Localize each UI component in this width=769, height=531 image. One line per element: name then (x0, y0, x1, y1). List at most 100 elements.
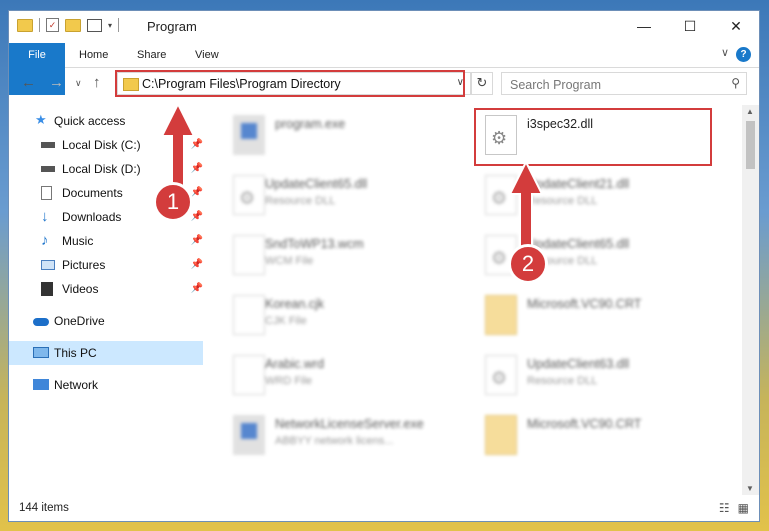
folder-file-icon (485, 415, 517, 455)
sidebar-item-onedrive[interactable]: OneDrive (9, 309, 203, 333)
list-item[interactable]: Korean.cjk CJK File (213, 291, 453, 343)
recent-locations-icon[interactable]: ∨ (75, 78, 82, 89)
file-name: UpdateClient63.dll (527, 357, 630, 371)
window-controls: — ☐ ✕ (621, 11, 759, 43)
pin-icon[interactable]: 📌 (191, 277, 203, 301)
document-file-icon (233, 235, 265, 275)
file-description: Resource DLL (527, 375, 598, 387)
minimize-button[interactable]: — (621, 11, 667, 43)
sidebar-item-label: Downloads (62, 210, 122, 224)
file-description: CJK File (265, 315, 307, 327)
file-name: Korean.cjk (265, 297, 325, 311)
explorer-window: ✓ ▾ Program — ☐ ✕ File Home Share View ∨… (8, 10, 760, 522)
network-icon (33, 379, 49, 390)
tab-view[interactable]: View (181, 43, 233, 67)
scroll-down-icon[interactable]: ▼ (746, 484, 754, 493)
sidebar-item-videos[interactable]: Videos 📌 (9, 277, 203, 301)
pin-icon[interactable]: 📌 (191, 253, 203, 277)
sidebar-item-label: Quick access (54, 114, 126, 128)
sidebar-item-label: Documents (62, 186, 123, 200)
sidebar-item-network[interactable]: Network (9, 373, 203, 397)
file-name: Microsoft.VC90.CRT (527, 417, 642, 431)
forward-button[interactable]: → (49, 74, 64, 91)
exe-file-icon (233, 115, 265, 155)
sidebar-item-label: This PC (54, 346, 97, 360)
title-bar: ✓ ▾ Program — ☐ ✕ (9, 11, 759, 43)
new-folder-icon[interactable] (65, 18, 81, 32)
properties-icon[interactable] (87, 18, 102, 32)
downloads-icon: ↓ (41, 208, 49, 225)
sidebar-item-label: OneDrive (54, 314, 105, 328)
list-item[interactable]: UpdateClient21.dll Resource DLL (465, 171, 705, 223)
file-description: WCM File (265, 255, 314, 267)
scroll-up-icon[interactable]: ▲ (746, 107, 754, 116)
properties-check-icon[interactable]: ✓ (46, 18, 59, 32)
list-item[interactable]: Microsoft.VC90.CRT (465, 291, 705, 343)
qat-divider-2 (118, 18, 120, 32)
file-name: program.exe (275, 117, 346, 131)
list-item[interactable]: Microsoft.VC90.CRT (465, 411, 705, 463)
tab-share[interactable]: Share (123, 43, 180, 67)
list-item[interactable]: Arabic.wrd WRD File (213, 351, 453, 403)
pictures-icon (41, 260, 55, 270)
qat-customize-icon[interactable]: ▾ (108, 21, 112, 30)
sidebar-item-label: Pictures (62, 258, 106, 272)
folder-icon (17, 18, 33, 32)
list-item[interactable]: UpdateClient65.dll Resource DLL (465, 231, 705, 283)
computer-icon (33, 347, 49, 358)
sidebar-item-label: Network (54, 378, 99, 392)
ribbon-tabs: File Home Share View ∨ ? (9, 43, 759, 95)
documents-icon (41, 186, 52, 200)
maximize-button[interactable]: ☐ (667, 11, 713, 43)
sidebar-item-music[interactable]: ♪ Music 📌 (9, 229, 203, 253)
star-icon: ★ (35, 112, 47, 127)
document-file-icon (233, 355, 265, 395)
sidebar-item-pictures[interactable]: Pictures 📌 (9, 253, 203, 277)
vertical-scrollbar[interactable]: ▲ ▼ (742, 105, 759, 495)
large-icons-view-icon[interactable]: ▦ (738, 501, 749, 515)
sidebar-item-label: Local Disk (C:) (62, 138, 141, 152)
sidebar-item-label: Local Disk (D:) (62, 162, 141, 176)
tab-home[interactable]: Home (65, 43, 122, 67)
exe-file-icon (233, 415, 265, 455)
step-badge-2: 2 (508, 244, 548, 284)
step-badge-1: 1 (153, 182, 193, 222)
scroll-thumb[interactable] (746, 121, 755, 169)
sidebar-item-this-pc[interactable]: This PC (9, 341, 203, 365)
file-name: Microsoft.VC90.CRT (527, 297, 642, 311)
details-view-icon[interactable]: ☷ (719, 501, 730, 515)
videos-icon (41, 282, 53, 296)
file-name: NetworkLicenseServer.exe (275, 417, 424, 431)
list-item[interactable]: program.exe (213, 111, 453, 163)
search-box[interactable]: ⚲ (501, 72, 747, 95)
status-bar: 144 items ☷ ▦ (9, 497, 759, 521)
drive-icon (41, 142, 55, 148)
window-title: Program (147, 19, 197, 34)
file-description: ABBYY network licens... (275, 435, 394, 447)
list-item[interactable]: SndToWP13.wcm WCM File (213, 231, 453, 283)
document-file-icon (233, 295, 265, 335)
music-icon: ♪ (41, 232, 49, 249)
search-input[interactable] (508, 75, 712, 94)
back-button[interactable]: ← (21, 74, 36, 91)
ribbon-expand-icon[interactable]: ∨ (721, 46, 729, 59)
sidebar-item-label: Music (62, 234, 94, 248)
pin-icon[interactable]: 📌 (191, 229, 203, 253)
refresh-button[interactable]: ↻ (471, 72, 493, 95)
folder-file-icon (485, 295, 517, 335)
address-highlight-box (115, 70, 465, 97)
list-item[interactable]: NetworkLicenseServer.exe ABBYY network l… (213, 411, 453, 463)
cloud-icon (33, 318, 49, 326)
list-item[interactable]: UpdateClient63.dll Resource DLL (465, 351, 705, 403)
up-button[interactable]: ↑ (93, 74, 101, 91)
item-count: 144 items (19, 502, 69, 514)
list-item[interactable]: UpdateClient65.dll Resource DLL (213, 171, 453, 223)
file-name: SndToWP13.wcm (265, 237, 364, 251)
file-name: UpdateClient65.dll (265, 177, 368, 191)
sidebar-item-label: Videos (62, 282, 99, 296)
close-button[interactable]: ✕ (713, 11, 759, 43)
file-description: WRD File (265, 375, 313, 387)
help-icon[interactable]: ? (736, 47, 751, 62)
qat-divider (39, 18, 40, 32)
search-icon: ⚲ (731, 76, 740, 90)
